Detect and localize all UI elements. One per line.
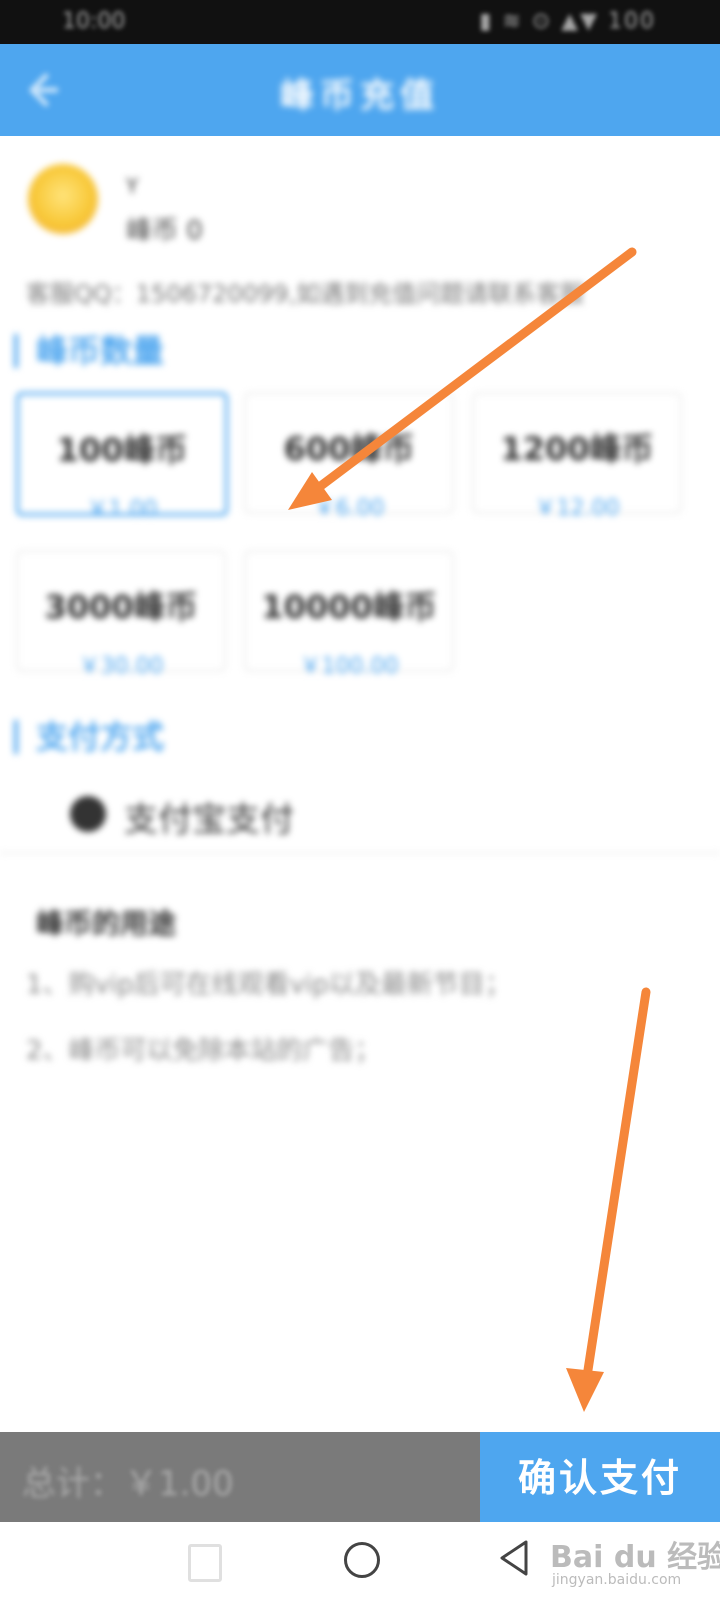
section-title-payment: 支付方式 [14,720,164,754]
amount-price: ￥30.00 [78,654,164,679]
radio-selected-icon[interactable] [70,796,106,832]
home-icon[interactable] [344,1542,380,1578]
confirm-pay-button[interactable]: 确认支付 [480,1432,720,1522]
amount-option-600[interactable]: 600峰币 ￥6.00 [244,392,454,521]
status-time: 10:00 [62,9,126,34]
total-amount: 总计：￥1.00 [22,1464,234,1504]
watermark-logo-text: Bai du 经验 [550,1540,720,1575]
total-section: 总计：￥1.00 [0,1432,480,1522]
amount-price: ￥100.00 [299,654,399,679]
amount-coins: 10000峰币 [261,588,437,626]
baidu-jingyan-watermark: Bai du 经验 jingyan.baidu.com [550,1528,720,1600]
amount-coins: 600峰币 [283,430,415,468]
amount-price: ￥12.00 [534,496,620,521]
recharge-content: Y 峰币 0 客服QQ：1506720099,如遇到充值问题请联系客服 峰币数量… [0,136,720,1432]
nav-back-icon[interactable] [494,1536,534,1580]
section-title-amount: 峰币数量 [14,334,164,368]
status-bar: 10:00 ▮ ≋ ⊙ ▲▼ 100 [0,0,720,44]
notes-title: 峰币的用途 [36,907,177,940]
page-title: 峰币充值 [280,76,440,116]
amount-option-100[interactable]: 100峰币 ￥1.00 [16,392,228,522]
watermark-url: jingyan.baidu.com [552,1572,682,1588]
amount-price: ￥6.00 [313,496,385,521]
note-item: 2、峰币可以免除本站的广告； [26,1036,381,1066]
amount-coins: 1200峰币 [500,430,654,468]
divider [0,852,720,854]
avatar [28,164,98,234]
profile-name: Y [126,174,139,198]
recents-icon[interactable] [188,1544,222,1582]
amount-coins: 100峰币 [56,431,188,469]
status-icons: ▮ ≋ ⊙ ▲▼ 100 [479,9,656,34]
payment-method-label: 支付宝支付 [124,800,294,840]
amount-option-3000[interactable]: 3000峰币 ￥30.00 [16,550,226,679]
amount-price: ￥1.00 [86,497,158,522]
amount-option-1200[interactable]: 1200峰币 ￥12.00 [472,392,682,521]
coin-balance: 峰币 0 [126,216,203,246]
note-item: 1、购vip后可在线观看vip以及最新节目； [26,970,511,1000]
bottom-bar: 总计：￥1.00 确认支付 [0,1432,720,1522]
customer-service-notice: 客服QQ：1506720099,如遇到充值问题请联系客服 [26,280,585,308]
amount-coins: 3000峰币 [44,588,198,626]
amount-option-10000[interactable]: 10000峰币 ￥100.00 [244,550,454,679]
app-header: 峰币充值 [0,44,720,136]
